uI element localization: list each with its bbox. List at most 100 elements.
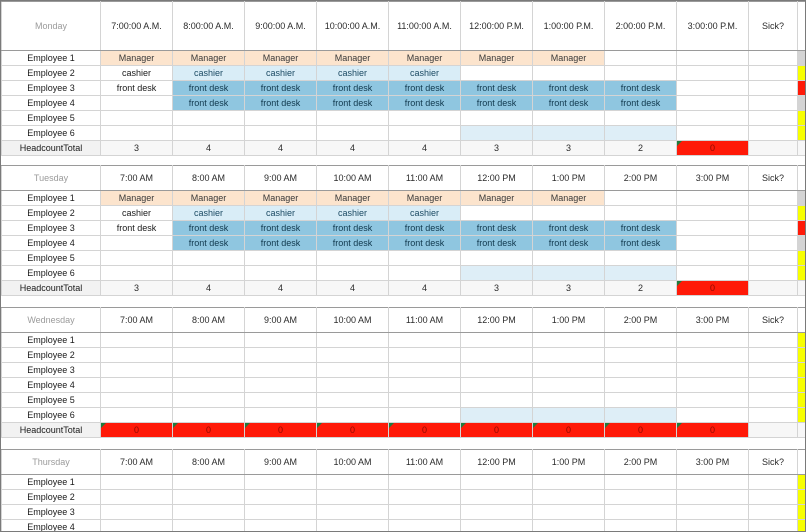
shift-cell[interactable]: Manager [172, 190, 245, 206]
shift-cell[interactable] [460, 392, 533, 408]
shift-cell[interactable]: front desk [244, 235, 317, 251]
shift-cell[interactable]: front desk [172, 80, 245, 96]
shift-cell[interactable] [244, 377, 317, 393]
shift-cell[interactable] [532, 519, 605, 531]
shift-cell[interactable] [532, 332, 605, 348]
shift-cell[interactable]: front desk [604, 220, 677, 236]
shift-cell[interactable] [676, 220, 749, 236]
shift-cell[interactable] [388, 407, 461, 423]
shift-cell[interactable] [316, 392, 389, 408]
shift-cell[interactable]: front desk [460, 235, 533, 251]
shift-cell[interactable]: front desk [460, 220, 533, 236]
shift-cell[interactable]: Manager [100, 190, 173, 206]
shift-cell[interactable]: cashier [100, 65, 173, 81]
shift-cell[interactable] [532, 489, 605, 505]
shift-cell[interactable]: front desk [172, 95, 245, 111]
shift-cell[interactable]: cashier [244, 65, 317, 81]
shift-cell[interactable] [172, 407, 245, 423]
shift-cell[interactable] [244, 332, 317, 348]
shift-cell[interactable] [676, 95, 749, 111]
shift-cell[interactable] [532, 362, 605, 378]
shift-cell[interactable] [100, 407, 173, 423]
shift-cell[interactable] [316, 504, 389, 520]
shift-cell[interactable]: Manager [460, 50, 533, 66]
shift-cell[interactable]: front desk [388, 220, 461, 236]
shift-cell[interactable] [676, 265, 749, 281]
shift-cell[interactable] [388, 110, 461, 126]
shift-cell[interactable] [676, 205, 749, 221]
shift-cell[interactable]: front desk [172, 235, 245, 251]
sick-cell[interactable] [748, 347, 798, 363]
shift-cell[interactable] [244, 362, 317, 378]
shift-cell[interactable] [100, 347, 173, 363]
shift-cell[interactable]: front desk [532, 80, 605, 96]
shift-cell[interactable] [316, 489, 389, 505]
shift-cell[interactable] [172, 347, 245, 363]
shift-cell[interactable] [676, 190, 749, 206]
shift-cell[interactable]: cashier [172, 205, 245, 221]
shift-cell[interactable] [388, 474, 461, 490]
shift-cell[interactable] [316, 519, 389, 531]
shift-cell[interactable] [244, 474, 317, 490]
shift-cell[interactable]: Manager [316, 50, 389, 66]
shift-cell[interactable] [460, 250, 533, 266]
shift-cell[interactable]: front desk [316, 220, 389, 236]
shift-cell[interactable] [100, 489, 173, 505]
shift-cell[interactable] [388, 392, 461, 408]
shift-cell[interactable]: front desk [604, 80, 677, 96]
sick-cell[interactable] [748, 50, 798, 66]
sick-cell[interactable] [748, 205, 798, 221]
shift-cell[interactable] [532, 377, 605, 393]
shift-cell[interactable]: front desk [316, 80, 389, 96]
shift-cell[interactable] [460, 110, 533, 126]
sick-cell[interactable] [748, 265, 798, 281]
shift-cell[interactable] [244, 489, 317, 505]
shift-cell[interactable] [676, 392, 749, 408]
shift-cell[interactable] [460, 265, 533, 281]
shift-cell[interactable] [100, 474, 173, 490]
sick-cell[interactable] [748, 332, 798, 348]
shift-cell[interactable] [604, 504, 677, 520]
shift-cell[interactable]: front desk [244, 220, 317, 236]
shift-cell[interactable]: front desk [604, 95, 677, 111]
shift-cell[interactable] [604, 377, 677, 393]
shift-cell[interactable] [172, 377, 245, 393]
shift-cell[interactable] [172, 332, 245, 348]
shift-cell[interactable] [604, 474, 677, 490]
shift-cell[interactable]: cashier [316, 205, 389, 221]
shift-cell[interactable] [244, 392, 317, 408]
shift-cell[interactable] [316, 362, 389, 378]
shift-cell[interactable] [676, 332, 749, 348]
shift-cell[interactable] [388, 347, 461, 363]
shift-cell[interactable]: Manager [460, 190, 533, 206]
shift-cell[interactable] [388, 332, 461, 348]
sick-cell[interactable] [748, 220, 798, 236]
shift-cell[interactable]: front desk [388, 95, 461, 111]
shift-cell[interactable] [100, 332, 173, 348]
shift-cell[interactable] [388, 362, 461, 378]
sick-cell[interactable] [748, 80, 798, 96]
shift-cell[interactable]: front desk [532, 220, 605, 236]
shift-cell[interactable] [100, 235, 173, 251]
shift-cell[interactable]: Manager [172, 50, 245, 66]
shift-cell[interactable] [172, 519, 245, 531]
shift-cell[interactable]: Manager [532, 190, 605, 206]
shift-cell[interactable] [388, 504, 461, 520]
shift-cell[interactable] [532, 65, 605, 81]
shift-cell[interactable] [460, 65, 533, 81]
shift-cell[interactable]: Manager [388, 190, 461, 206]
shift-cell[interactable] [676, 110, 749, 126]
shift-cell[interactable] [244, 265, 317, 281]
shift-cell[interactable] [316, 332, 389, 348]
shift-cell[interactable] [388, 519, 461, 531]
sick-cell[interactable] [748, 110, 798, 126]
shift-cell[interactable] [316, 407, 389, 423]
shift-cell[interactable] [604, 110, 677, 126]
shift-cell[interactable]: Manager [388, 50, 461, 66]
shift-cell[interactable] [676, 235, 749, 251]
shift-cell[interactable] [316, 125, 389, 141]
shift-cell[interactable] [604, 205, 677, 221]
shift-cell[interactable] [532, 504, 605, 520]
sick-cell[interactable] [748, 504, 798, 520]
shift-cell[interactable] [532, 125, 605, 141]
